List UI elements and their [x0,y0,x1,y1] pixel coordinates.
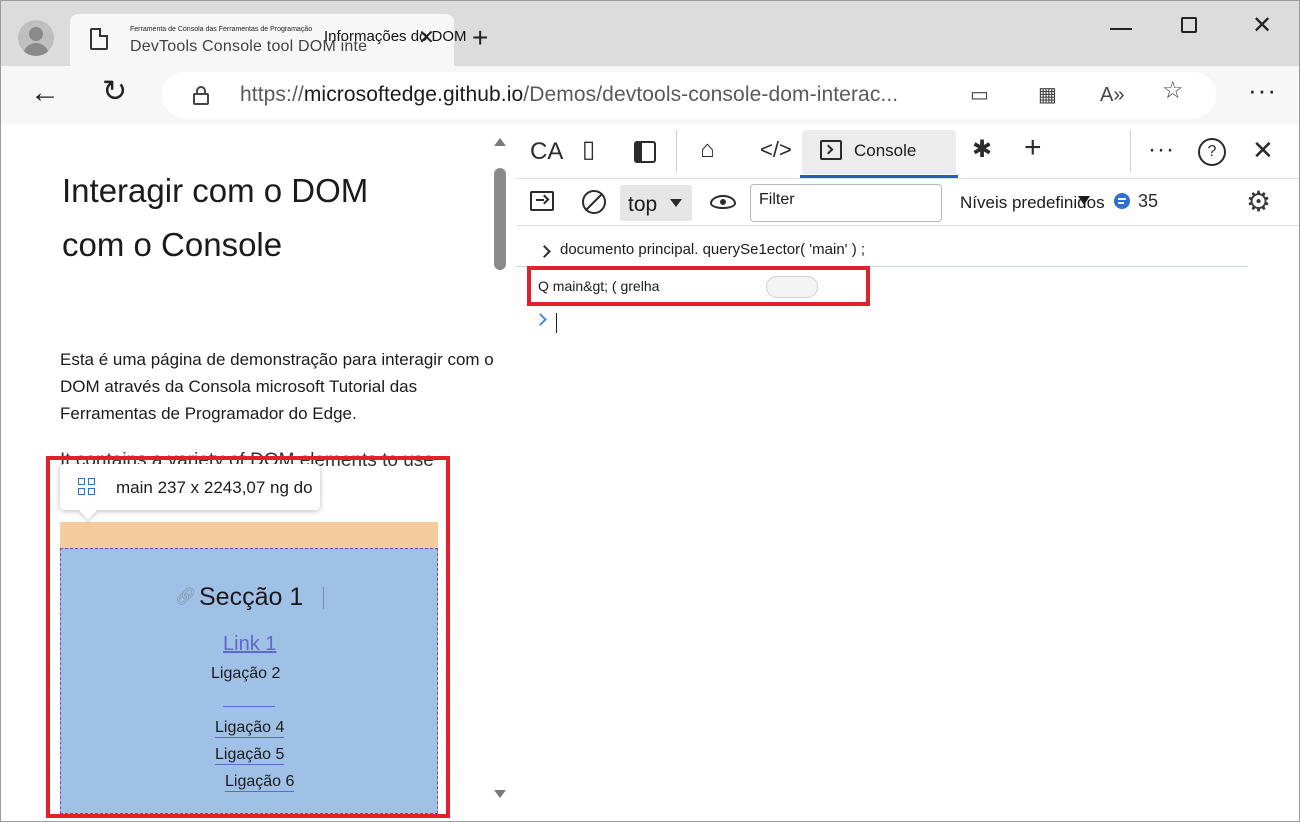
title-bar: Ferramenta de Consola das Ferramentas de… [0,0,1300,66]
scroll-up-arrow-icon[interactable] [494,138,506,146]
url-host: microsoftedge.github.io [303,83,524,106]
toolbar-divider [1130,130,1131,172]
page-icon [90,28,108,50]
console-command: documento principal. querySe1ector( 'mai… [560,241,866,258]
scroll-down-arrow-icon[interactable] [494,790,506,798]
dock-side-icon[interactable] [634,141,656,163]
help-icon[interactable]: ? [1198,138,1226,166]
read-aloud-icon[interactable]: A» [1100,84,1124,106]
filter-input[interactable]: Filter [750,184,942,222]
close-devtools-icon[interactable]: ✕ [1252,136,1274,164]
intro-paragraph: Esta é uma página de demonstração para i… [60,350,494,423]
ca-label[interactable]: CA [530,138,563,166]
live-expression-eye-icon[interactable] [710,195,736,209]
chevron-right-icon [538,245,551,258]
navigation-bar: ← ↻ https://microsoftedge.github.io/Demo… [0,66,1300,124]
refresh-icon[interactable]: ↻ [102,76,127,108]
messages-icon[interactable] [1114,193,1130,209]
back-arrow-icon[interactable]: ← [30,78,60,108]
highlight-annotation-console [527,266,870,306]
url-prefix: https:// [240,83,304,106]
lock-icon[interactable] [192,86,210,105]
context-selector[interactable]: top [620,185,692,221]
levels-chevron-down-icon[interactable] [1078,196,1090,205]
console-toolbar: top Filter Níveis predefinidos 35 ⚙ [516,178,1300,226]
message-count[interactable]: 35 [1138,191,1158,212]
console-prompt-icon [534,313,547,326]
console-output[interactable]: documento principal. querySe1ector( 'mai… [516,227,1300,822]
new-tab-icon[interactable]: + [472,24,488,52]
avatar-head [29,27,43,41]
console-tab-label: Console [854,141,917,160]
device-emulation-icon[interactable]: ▯ [582,136,595,164]
url-path: /Demos/devtools-console-dom-interac... [523,83,899,106]
scroll-thumb[interactable] [494,168,506,270]
context-label: top [628,193,658,216]
close-tab-icon[interactable]: ✕ [418,28,435,48]
tab-subtitle: Ferramenta de Consola das Ferramentas de… [130,26,313,33]
toolbar-divider [676,130,677,172]
url-text[interactable]: https://microsoftedge.github.io/Demos/de… [240,83,898,107]
devtools-tab-bar: CA ▯ ⌂ </> Console ✱ + ··· ? ✕ [516,124,1300,178]
tab-console[interactable]: Console [800,130,958,178]
page-scrollbar[interactable] [492,134,508,804]
console-text-cursor[interactable] [556,313,557,333]
filter-placeholder: Filter [759,191,795,208]
maximize-icon[interactable] [1181,17,1197,33]
devtools-panel: CA ▯ ⌂ </> Console ✱ + ··· ? ✕ top Filte… [516,124,1300,822]
chevron-down-icon [670,199,682,207]
page-title: Interagir com o DOM com o Console [62,172,369,263]
show-sidebar-icon[interactable] [530,191,554,211]
browser-tab-active[interactable]: Ferramenta de Consola das Ferramentas de… [70,14,467,66]
tab-title: Informações do DOM [324,28,467,45]
settings-gear-icon[interactable]: ⚙ [1246,187,1271,217]
minimize-icon[interactable] [1110,28,1132,30]
console-input-line: documento principal. querySe1ector( 'mai… [516,237,1248,267]
close-window-icon[interactable]: ✕ [1252,12,1272,40]
favorite-star-icon[interactable]: ☆ [1162,79,1184,103]
console-icon [820,140,842,160]
clear-console-icon[interactable] [582,190,606,214]
elements-tab-icon[interactable]: </> [760,136,792,164]
more-tools-plus-icon[interactable]: + [1024,133,1042,163]
app-available-icon[interactable]: ▭ [970,84,989,106]
collections-grid-icon[interactable]: ▦ [1038,84,1057,106]
more-options-icon[interactable]: ··· [1248,77,1277,103]
devtools-more-icon[interactable]: ··· [1148,136,1175,164]
issues-bug-icon[interactable]: ✱ [972,136,992,164]
avatar-body [23,43,49,56]
highlight-annotation-page [46,456,450,818]
address-bar[interactable]: https://microsoftedge.github.io/Demos/de… [162,72,1216,118]
welcome-home-icon[interactable]: ⌂ [700,136,715,164]
profile-avatar[interactable] [18,20,54,56]
